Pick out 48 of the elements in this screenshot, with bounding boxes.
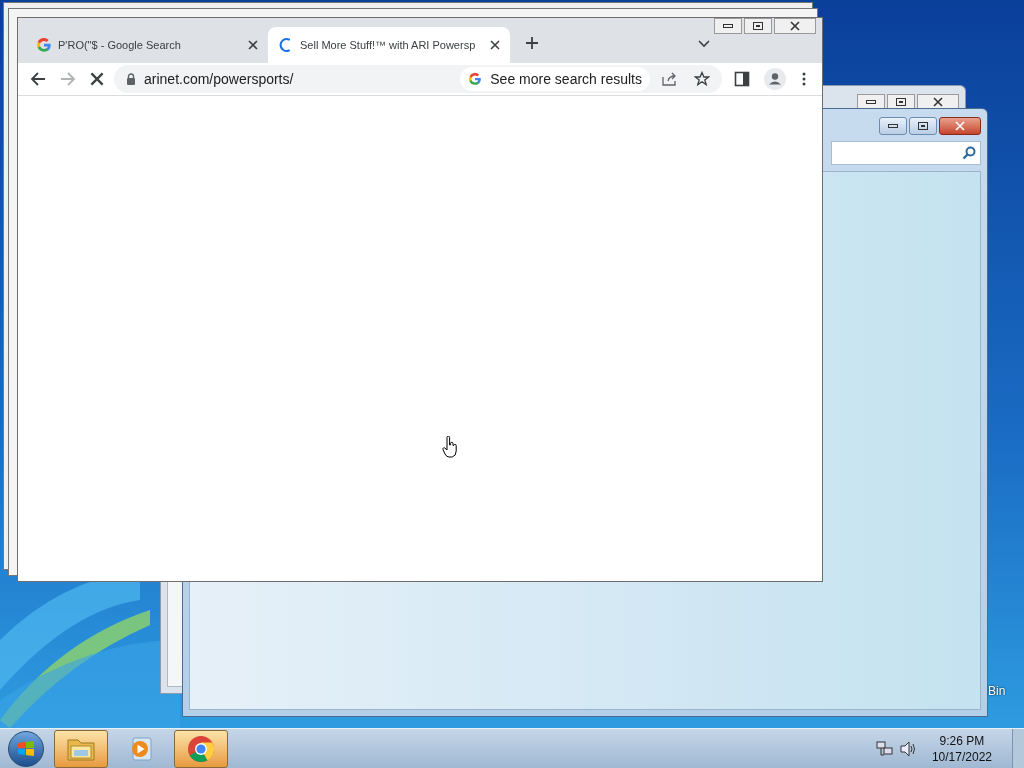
lock-icon [126,73,136,85]
start-button[interactable] [8,730,44,767]
plus-icon[interactable] [525,36,539,50]
maximize-button[interactable] [909,117,937,135]
tab-title: Sell More Stuff!™ with ARI Powersp [300,37,477,53]
g-logo-icon [468,72,483,86]
url-text: arinet.com/powersports/ [144,69,295,89]
minimize-button[interactable] [879,117,907,135]
side-panel-icon[interactable] [734,71,750,87]
taskbar-button[interactable] [174,729,228,768]
maximize-icon [896,98,906,106]
network-icon[interactable] [875,740,894,757]
close-icon [933,97,943,107]
close-icon [955,121,965,131]
minimize-button[interactable] [714,18,742,34]
close-button[interactable] [939,117,981,135]
address-bar[interactable]: arinet.com/powersports/ See more search results [114,65,722,93]
close-icon [490,40,500,50]
clock-date[interactable]: 10/17/2022 [931,748,992,765]
clock-time[interactable]: 9:26 PM [939,732,985,749]
back-arrow-icon[interactable] [30,71,46,87]
browser-tab[interactable]: Sell More Stuff!™ with ARI Powersp [268,27,510,63]
close-icon [790,21,800,31]
search-field[interactable] [831,141,981,165]
tab-title: P'RO("$ - Google Search [58,37,182,53]
share-icon[interactable] [662,72,678,86]
chip-label: See more search results [490,69,642,89]
star-icon[interactable] [694,71,710,87]
maximize-button[interactable] [744,18,772,34]
profile-icon[interactable] [764,68,786,90]
search-icon [962,146,976,160]
close-icon [248,40,258,50]
minimize-icon [888,124,898,128]
windows-logo-icon [17,739,35,758]
show-desktop-button[interactable] [1012,728,1024,768]
maximize-icon [753,22,763,30]
minimize-icon [723,24,733,28]
search-results-chip[interactable]: See more search results [460,67,650,91]
maximize-icon [918,122,928,130]
close-button[interactable] [774,18,816,34]
chrome-icon [187,734,215,763]
speaker-icon[interactable] [899,740,918,757]
minimize-icon [866,100,876,104]
chevron-down-icon[interactable] [698,40,710,48]
taskbar-button[interactable] [54,729,108,768]
browser-tab[interactable]: P'RO("$ - Google Search [26,27,268,63]
hand-cursor-icon [442,436,458,458]
menu-icon[interactable] [802,72,806,86]
